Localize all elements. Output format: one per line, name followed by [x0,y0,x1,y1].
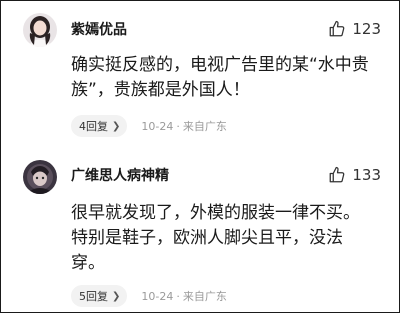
like-count: 133 [352,166,381,184]
replies-label: 4回复 [79,120,108,133]
username[interactable]: 广维思人病神精 [71,167,169,185]
replies-label: 5回复 [79,290,108,303]
meta-separator: · [176,119,180,133]
user-avatar[interactable] [23,160,57,194]
like-button[interactable]: 123 [328,19,381,39]
comment-location: 来自广东 [182,120,227,133]
thumbs-up-icon [329,166,345,183]
username[interactable]: 紫嫣优品 [71,21,127,39]
comment-text: 确实挺反感的，电视广告里的某“水中贵族”，贵族都是外国人！ [71,55,369,100]
like-button[interactable]: 133 [328,165,381,185]
avatar-photo-icon [23,160,57,194]
meta-separator: · [176,289,180,303]
avatar-photo-icon [23,13,57,47]
comment-list: 紫嫣优品 123 确实挺反感的，电视广告里的某“水中贵族”，贵族都是外国人！ 4… [0,0,400,313]
comment-date: 10-24 [141,119,174,133]
comment-meta: 5回复 ❯ 10-24 · 来自广东 [71,285,227,307]
like-count: 123 [352,20,381,38]
comment-date: 10-24 [141,289,174,303]
chevron-right-icon: ❯ [112,120,121,132]
user-avatar[interactable] [23,13,57,47]
replies-button[interactable]: 4回复 ❯ [71,115,128,137]
thumbs-up-icon [329,20,345,37]
comment-text: 很早就发现了，外模的服装一律不买。特别是鞋子，欧洲人脚尖且平，没法穿。 [71,203,360,273]
comment-location: 来自广东 [182,290,227,303]
replies-button[interactable]: 5回复 ❯ [71,285,128,307]
comment-item: 广维思人病神精 133 很早就发现了，外模的服装一律不买。特别是鞋子，欧洲人脚尖… [1,149,399,312]
chevron-right-icon: ❯ [112,290,121,302]
comment-meta: 4回复 ❯ 10-24 · 来自广东 [71,115,227,137]
comment-item: 紫嫣优品 123 确实挺反感的，电视广告里的某“水中贵族”，贵族都是外国人！ 4… [1,1,399,145]
